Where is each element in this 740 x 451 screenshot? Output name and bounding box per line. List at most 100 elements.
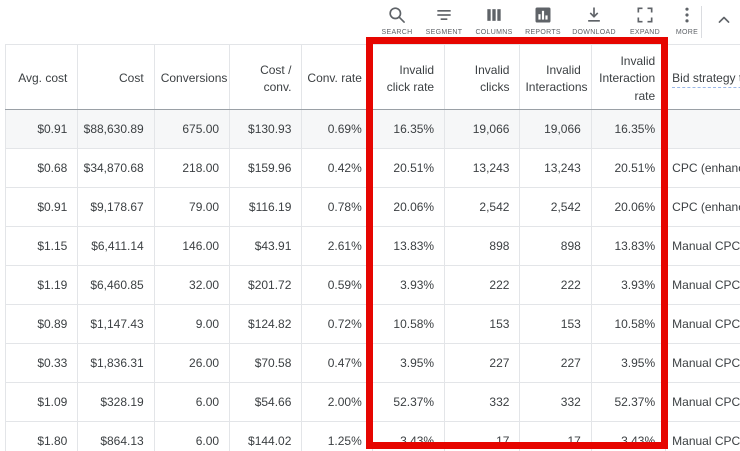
column-header-conv-rate[interactable]: Conv. rate <box>302 45 372 110</box>
cell-conv-rate: 0.47% <box>302 344 372 383</box>
cell-cost: $1,836.31 <box>78 344 154 383</box>
cell-invalid-interaction-rate: 20.06% <box>591 188 665 227</box>
cell-invalid-clicks: 19,066 <box>445 110 520 149</box>
cell-invalid-interaction-rate: 20.51% <box>591 149 665 188</box>
table-row: $0.33$1,836.3126.00$70.580.47%3.95%22722… <box>6 344 740 383</box>
more-icon <box>677 4 697 26</box>
toolbar-label: SEGMENT <box>426 29 463 36</box>
cell-avg-cost: $1.09 <box>6 383 78 422</box>
cell-invalid-clicks: 227 <box>445 344 520 383</box>
cell-invalid-clicks: 17 <box>445 422 520 451</box>
cell-invalid-interactions: 17 <box>520 422 591 451</box>
column-header-label: Avg. cost <box>18 71 67 85</box>
toolbar-label: EXPAND <box>630 29 660 36</box>
cell-invalid-interaction-rate: 3.95% <box>591 344 665 383</box>
table-row: $1.19$6,460.8532.00$201.720.59%3.93%2222… <box>6 266 740 305</box>
toolbar-label: MORE <box>676 29 698 36</box>
cell-cost-conv: $159.96 <box>230 149 302 188</box>
column-header-invalid-interactions[interactable]: Invalid Interactions <box>520 45 591 110</box>
column-header-invalid-click-rate[interactable]: Invalid click rate <box>372 45 444 110</box>
cell-invalid-clicks: 898 <box>445 227 520 266</box>
cell-conversions: 6.00 <box>154 383 229 422</box>
cell-cost: $864.13 <box>78 422 154 451</box>
cell-conversions: 79.00 <box>154 188 229 227</box>
cell-cost: $6,411.14 <box>78 227 154 266</box>
chevron-up-icon <box>714 10 734 30</box>
column-header-label: Bid strategy type <box>672 71 740 88</box>
cell-cost-conv: $43.91 <box>230 227 302 266</box>
cell-invalid-click-rate: 10.58% <box>372 305 444 344</box>
stats-table: Avg. cost Cost Conversions Cost / conv. Conv… <box>5 44 740 451</box>
collapse-table-button[interactable] <box>710 8 738 32</box>
cell-invalid-interactions: 2,542 <box>520 188 591 227</box>
cell-cost: $6,460.85 <box>78 266 154 305</box>
column-header-cost[interactable]: Cost <box>78 45 154 110</box>
column-header-label: Cost / conv. <box>260 63 291 94</box>
table-row: $1.09$328.196.00$54.662.00%52.37%3323325… <box>6 383 740 422</box>
reports-icon <box>533 4 553 26</box>
column-header-conversions[interactable]: Conversions <box>154 45 229 110</box>
column-header-invalid-interaction-rate[interactable]: Invalid Interaction rate <box>591 45 665 110</box>
toolbar-expand-button[interactable]: EXPAND <box>622 4 668 36</box>
column-header-avg-cost[interactable]: Avg. cost <box>6 45 78 110</box>
toolbar-download-button[interactable]: DOWNLOAD <box>566 4 622 36</box>
column-header-label: Conv. rate <box>307 71 361 85</box>
cell-invalid-click-rate: 20.06% <box>372 188 444 227</box>
totals-row: $0.91$88,630.89675.00$130.930.69%16.35%1… <box>6 110 740 149</box>
toolbar-segment-button[interactable]: SEGMENT <box>420 4 468 36</box>
cell-invalid-interactions: 222 <box>520 266 591 305</box>
cell-conversions: 146.00 <box>154 227 229 266</box>
table-row: $1.80$864.136.00$144.021.25%3.43%17173.4… <box>6 422 740 451</box>
cell-conversions: 675.00 <box>154 110 229 149</box>
cell-cost: $88,630.89 <box>78 110 154 149</box>
cell-invalid-interaction-rate: 10.58% <box>591 305 665 344</box>
cell-avg-cost: $1.80 <box>6 422 78 451</box>
download-icon <box>584 4 604 26</box>
column-header-bid-strategy-type[interactable]: Bid strategy type <box>666 45 740 110</box>
cell-invalid-clicks: 222 <box>445 266 520 305</box>
column-header-label: Invalid clicks <box>475 63 510 94</box>
toolbar-reports-button[interactable]: REPORTS <box>520 4 566 36</box>
table-row: $0.89$1,147.439.00$124.820.72%10.58%1531… <box>6 305 740 344</box>
cell-invalid-click-rate: 20.51% <box>372 149 444 188</box>
toolbar-columns-button[interactable]: COLUMNS <box>468 4 520 36</box>
cell-invalid-interactions: 13,243 <box>520 149 591 188</box>
search-icon <box>387 4 407 26</box>
cell-invalid-click-rate: 16.35% <box>372 110 444 149</box>
toolbar-divider <box>701 6 702 38</box>
column-header-cost-conv[interactable]: Cost / conv. <box>230 45 302 110</box>
cell-avg-cost: $0.91 <box>6 110 78 149</box>
cell-conversions: 9.00 <box>154 305 229 344</box>
cell-avg-cost: $0.91 <box>6 188 78 227</box>
cell-cost-conv: $144.02 <box>230 422 302 451</box>
cell-invalid-interaction-rate: 3.43% <box>591 422 665 451</box>
cell-conv-rate: 0.72% <box>302 305 372 344</box>
cell-cost: $9,178.67 <box>78 188 154 227</box>
cell-bid-strategy-type: Manual CPC <box>666 227 740 266</box>
cell-cost: $34,870.68 <box>78 149 154 188</box>
column-header-label: Conversions <box>161 71 228 85</box>
cell-bid-strategy-type: CPC (enhanced) <box>666 188 740 227</box>
cell-bid-strategy-type: CPC (enhanced) <box>666 149 740 188</box>
cell-conversions: 218.00 <box>154 149 229 188</box>
toolbar-label: COLUMNS <box>475 29 512 36</box>
cell-invalid-interactions: 332 <box>520 383 591 422</box>
column-header-invalid-clicks[interactable]: Invalid clicks <box>445 45 520 110</box>
cell-cost-conv: $70.58 <box>230 344 302 383</box>
cell-cost: $328.19 <box>78 383 154 422</box>
column-header-label: Invalid Interactions <box>525 63 587 94</box>
table-row: $1.15$6,411.14146.00$43.912.61%13.83%898… <box>6 227 740 266</box>
cell-avg-cost: $1.15 <box>6 227 78 266</box>
cell-bid-strategy-type: Manual CPC <box>666 266 740 305</box>
cell-avg-cost: $0.33 <box>6 344 78 383</box>
columns-icon <box>484 4 504 26</box>
column-header-label: Cost <box>119 71 144 85</box>
cell-bid-strategy-type: Manual CPC <box>666 422 740 451</box>
toolbar-search-button[interactable]: SEARCH <box>374 4 420 36</box>
cell-conv-rate: 2.00% <box>302 383 372 422</box>
cell-cost-conv: $201.72 <box>230 266 302 305</box>
cell-invalid-clicks: 332 <box>445 383 520 422</box>
toolbar-label: SEARCH <box>382 29 413 36</box>
cell-invalid-interactions: 898 <box>520 227 591 266</box>
cell-invalid-clicks: 2,542 <box>445 188 520 227</box>
